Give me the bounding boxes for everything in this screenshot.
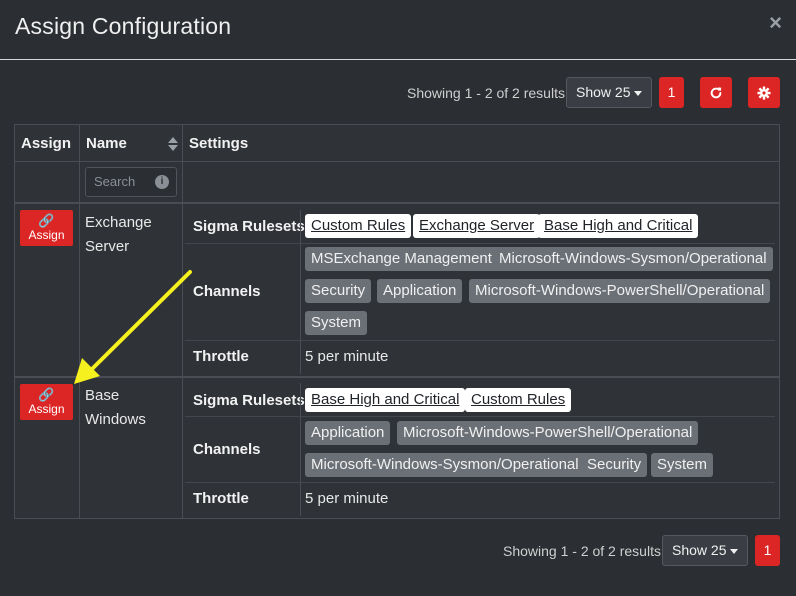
- modal-title: Assign Configuration: [15, 13, 232, 39]
- results-count: Showing 1 - 2 of 2 results: [503, 543, 661, 559]
- channel-tag: Microsoft-Windows-Sysmon/Operational: [493, 247, 773, 271]
- sort-icon: [168, 137, 178, 151]
- info-icon[interactable]: i: [155, 175, 169, 189]
- page-size-select[interactable]: Show 25: [662, 535, 749, 566]
- ruleset-tag[interactable]: Custom Rules: [305, 214, 412, 238]
- channels-label: Channels: [193, 283, 261, 300]
- sigma-rulesets-label: Sigma Rulesets: [193, 392, 305, 409]
- channel-tag: Microsoft-Windows-PowerShell/Operational: [397, 421, 699, 445]
- ruleset-tag[interactable]: Base High and Critical: [538, 214, 699, 238]
- page-1-button[interactable]: 1: [755, 535, 780, 566]
- channel-tag: System: [651, 453, 714, 477]
- column-header-assign: Assign: [21, 135, 72, 152]
- channel-tag: Microsoft-Windows-Sysmon/Operational: [305, 453, 585, 477]
- configuration-table: Assign Name Settings Search i 🔗 Assign E…: [14, 124, 780, 519]
- ruleset-tag[interactable]: Exchange Server: [413, 214, 541, 238]
- link-icon: 🔗: [38, 387, 55, 402]
- ruleset-tag[interactable]: Custom Rules: [465, 388, 572, 412]
- refresh-icon: [710, 87, 722, 99]
- throttle-value: 5 per minute: [305, 348, 389, 365]
- channel-tag: Application: [305, 421, 391, 445]
- channel-tag: Application: [377, 279, 463, 303]
- ruleset-tag[interactable]: Base High and Critical: [305, 388, 466, 412]
- page-1-button[interactable]: 1: [659, 77, 684, 108]
- throttle-label: Throttle: [193, 490, 249, 507]
- row-name: Base Windows: [85, 387, 146, 428]
- link-icon: 🔗: [38, 213, 55, 228]
- throttle-value: 5 per minute: [305, 490, 389, 507]
- channel-tag: Security: [305, 279, 372, 303]
- modal-header: Assign Configuration ×: [0, 0, 796, 60]
- settings-button[interactable]: [748, 77, 780, 108]
- sigma-rulesets-label: Sigma Rulesets: [193, 218, 305, 235]
- results-count: Showing 1 - 2 of 2 results: [407, 85, 565, 101]
- column-header-name[interactable]: Name: [80, 125, 182, 162]
- pagination-toolbar-bottom: Showing 1 - 2 of 2 results Show 25 1: [0, 535, 796, 567]
- row-name: Exchange Server: [85, 214, 152, 255]
- page-size-select[interactable]: Show 25: [566, 77, 653, 108]
- assign-button[interactable]: 🔗 Assign: [20, 210, 73, 246]
- channel-tag: System: [305, 311, 368, 335]
- caret-down-icon: [730, 548, 739, 554]
- column-header-settings: Settings: [189, 135, 249, 152]
- throttle-label: Throttle: [193, 348, 249, 365]
- pagination-toolbar-top: Showing 1 - 2 of 2 results Show 25 1: [0, 77, 796, 109]
- close-icon[interactable]: ×: [769, 10, 782, 36]
- refresh-button[interactable]: [700, 77, 732, 108]
- table-header-row: Assign Name Settings: [15, 125, 779, 162]
- channels-label: Channels: [193, 441, 261, 458]
- channel-tag: Microsoft-Windows-PowerShell/Operational: [469, 279, 771, 303]
- gear-icon: [757, 86, 771, 100]
- channel-tag: Security: [581, 453, 648, 477]
- channel-tag: MSExchange Management: [305, 247, 498, 271]
- filter-row: Search i: [15, 162, 779, 204]
- caret-down-icon: [634, 90, 643, 96]
- name-search-input[interactable]: Search i: [85, 167, 177, 197]
- assign-button[interactable]: 🔗 Assign: [20, 384, 73, 420]
